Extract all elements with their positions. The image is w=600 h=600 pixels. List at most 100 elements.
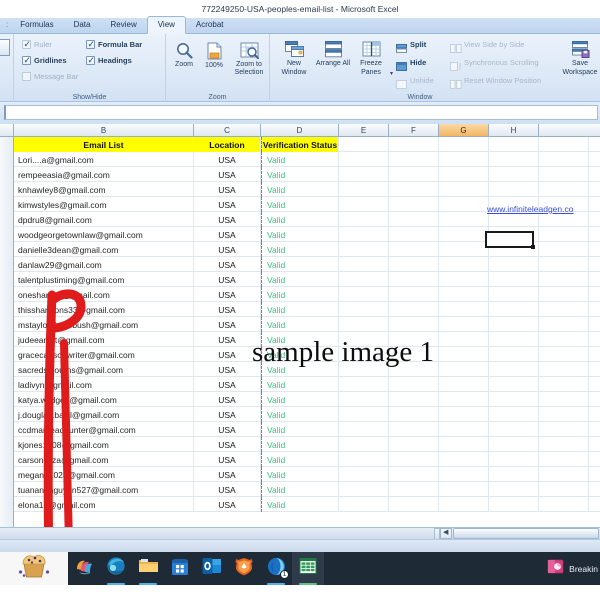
cell-empty-f[interactable]: [389, 287, 439, 302]
table-row[interactable]: dpdru8@gmail.comUSAValid: [0, 212, 600, 227]
cell-location[interactable]: USA: [194, 242, 261, 257]
check-headings[interactable]: Headings: [86, 56, 132, 65]
cell-empty-i[interactable]: [539, 452, 589, 467]
cell-empty-f[interactable]: [389, 407, 439, 422]
cell-empty-i[interactable]: [539, 287, 589, 302]
cell-empty-e[interactable]: [339, 482, 389, 497]
cell-empty-i[interactable]: [539, 362, 589, 377]
muffin-icon[interactable]: [17, 553, 51, 584]
cell-empty-i[interactable]: [539, 482, 589, 497]
cell-empty-e[interactable]: [339, 377, 389, 392]
cell-empty-i[interactable]: [539, 242, 589, 257]
cell-empty-f[interactable]: [389, 182, 439, 197]
chevron-down-icon[interactable]: ▾: [390, 70, 393, 77]
table-row[interactable]: tuananhnguyen527@gmail.comUSAValid: [0, 482, 600, 497]
check-formula-bar[interactable]: Formula Bar: [86, 40, 142, 49]
cell-location[interactable]: USA: [194, 167, 261, 182]
cell-email[interactable]: woodgeorgetownlaw@gmail.com: [14, 227, 194, 242]
table-row[interactable]: rempeeasia@gmail.comUSAValid: [0, 167, 600, 182]
cell-empty-h[interactable]: [489, 452, 539, 467]
zoom-100-button[interactable]: 100%: [196, 42, 232, 70]
cell-empty-e[interactable]: [339, 152, 389, 167]
cell-empty-g[interactable]: [439, 467, 489, 482]
column-header-g[interactable]: G: [439, 124, 489, 136]
cell-empty-e[interactable]: [339, 467, 389, 482]
cell-email[interactable]: j.douglas.basil@gmail.com: [14, 407, 194, 422]
cell-status[interactable]: Valid: [261, 437, 339, 452]
cell-email[interactable]: onesharedc@gmail.com: [14, 287, 194, 302]
website-hyperlink[interactable]: www.infiniteleadgen.co: [487, 204, 573, 214]
cell-location[interactable]: USA: [194, 377, 261, 392]
cell-empty-i[interactable]: [539, 317, 589, 332]
cell-empty-h[interactable]: [489, 347, 539, 362]
cell-empty-h[interactable]: [489, 482, 539, 497]
fill-handle[interactable]: [531, 245, 535, 249]
cell-empty-f[interactable]: [389, 197, 439, 212]
powerpoint-icon[interactable]: [547, 558, 564, 580]
cell-status[interactable]: Valid: [261, 212, 339, 227]
header-cell-status[interactable]: Verification Status: [261, 137, 339, 152]
cell-email[interactable]: katya.wildgen@gmail.com: [14, 392, 194, 407]
cell-empty-g[interactable]: [439, 167, 489, 182]
cell-empty-e[interactable]: [339, 452, 389, 467]
cell-location[interactable]: USA: [194, 332, 261, 347]
split-button[interactable]: Split: [396, 40, 426, 49]
cell-status[interactable]: Valid: [261, 272, 339, 287]
cell-location[interactable]: USA: [194, 197, 261, 212]
column-header-h[interactable]: H: [489, 124, 539, 136]
cell-location[interactable]: USA: [194, 212, 261, 227]
cell-empty-h[interactable]: [489, 272, 539, 287]
cell-empty-g[interactable]: [439, 332, 489, 347]
cell-location[interactable]: USA: [194, 302, 261, 317]
cell-empty-g[interactable]: [439, 482, 489, 497]
cell-status[interactable]: Valid: [261, 152, 339, 167]
cell-empty-e[interactable]: [339, 167, 389, 182]
cell-email[interactable]: megann1025@gmail.com: [14, 467, 194, 482]
cell-status[interactable]: Valid: [261, 392, 339, 407]
start-zone[interactable]: [0, 552, 68, 585]
cell-empty-e[interactable]: [339, 272, 389, 287]
cell-status[interactable]: Valid: [261, 197, 339, 212]
cell-email[interactable]: carsoneliza@gmail.com: [14, 452, 194, 467]
freeze-panes-button[interactable]: Freeze Panes ▾: [350, 41, 392, 77]
cell-empty-h[interactable]: [489, 467, 539, 482]
column-header-i[interactable]: [539, 124, 600, 136]
header-cell-empty-h[interactable]: [489, 137, 539, 152]
cell-location[interactable]: USA: [194, 407, 261, 422]
cell-empty-h[interactable]: [489, 332, 539, 347]
cell-empty-f[interactable]: [389, 482, 439, 497]
cell-empty-e[interactable]: [339, 287, 389, 302]
cell-empty-h[interactable]: [489, 257, 539, 272]
cell-email[interactable]: kjones1208@gmail.com: [14, 437, 194, 452]
taskbar-item-brave[interactable]: [228, 552, 260, 585]
table-row[interactable]: onesharedc@gmail.comUSAValid: [0, 287, 600, 302]
cell-empty-g[interactable]: [439, 272, 489, 287]
column-header-d[interactable]: D: [261, 124, 339, 136]
cell-empty-e[interactable]: [339, 182, 389, 197]
cell-empty-g[interactable]: [439, 287, 489, 302]
taskbar-item-edge[interactable]: [100, 552, 132, 585]
table-row[interactable]: knhawley8@gmail.comUSAValid: [0, 182, 600, 197]
cell-status[interactable]: Valid: [261, 287, 339, 302]
cell-empty-g[interactable]: [439, 212, 489, 227]
cell-location[interactable]: USA: [194, 422, 261, 437]
cell-empty-i[interactable]: [539, 422, 589, 437]
cell-empty-f[interactable]: [389, 152, 439, 167]
zoom-to-selection-button[interactable]: Zoom to Selection: [228, 42, 270, 77]
cell-empty-g[interactable]: [439, 422, 489, 437]
cell-empty-h[interactable]: [489, 182, 539, 197]
cell-empty-i[interactable]: [539, 227, 589, 242]
cell-location[interactable]: USA: [194, 437, 261, 452]
table-row[interactable]: mstaylornicolebush@gmail.comUSAValid: [0, 317, 600, 332]
cell-empty-f[interactable]: [389, 167, 439, 182]
cell-email[interactable]: thisshannons33@gmail.com: [14, 302, 194, 317]
cell-empty-g[interactable]: [439, 362, 489, 377]
arrange-all-button[interactable]: Arrange All: [314, 41, 352, 69]
taskbar-right-label[interactable]: Breakin: [569, 564, 598, 574]
cell-email[interactable]: gracecarlsonwriter@gmail.com: [14, 347, 194, 362]
select-all-corner[interactable]: [0, 124, 14, 136]
tab-review[interactable]: Review: [100, 17, 146, 33]
cell-empty-e[interactable]: [339, 302, 389, 317]
cell-empty-f[interactable]: [389, 437, 439, 452]
cell-status[interactable]: Valid: [261, 302, 339, 317]
